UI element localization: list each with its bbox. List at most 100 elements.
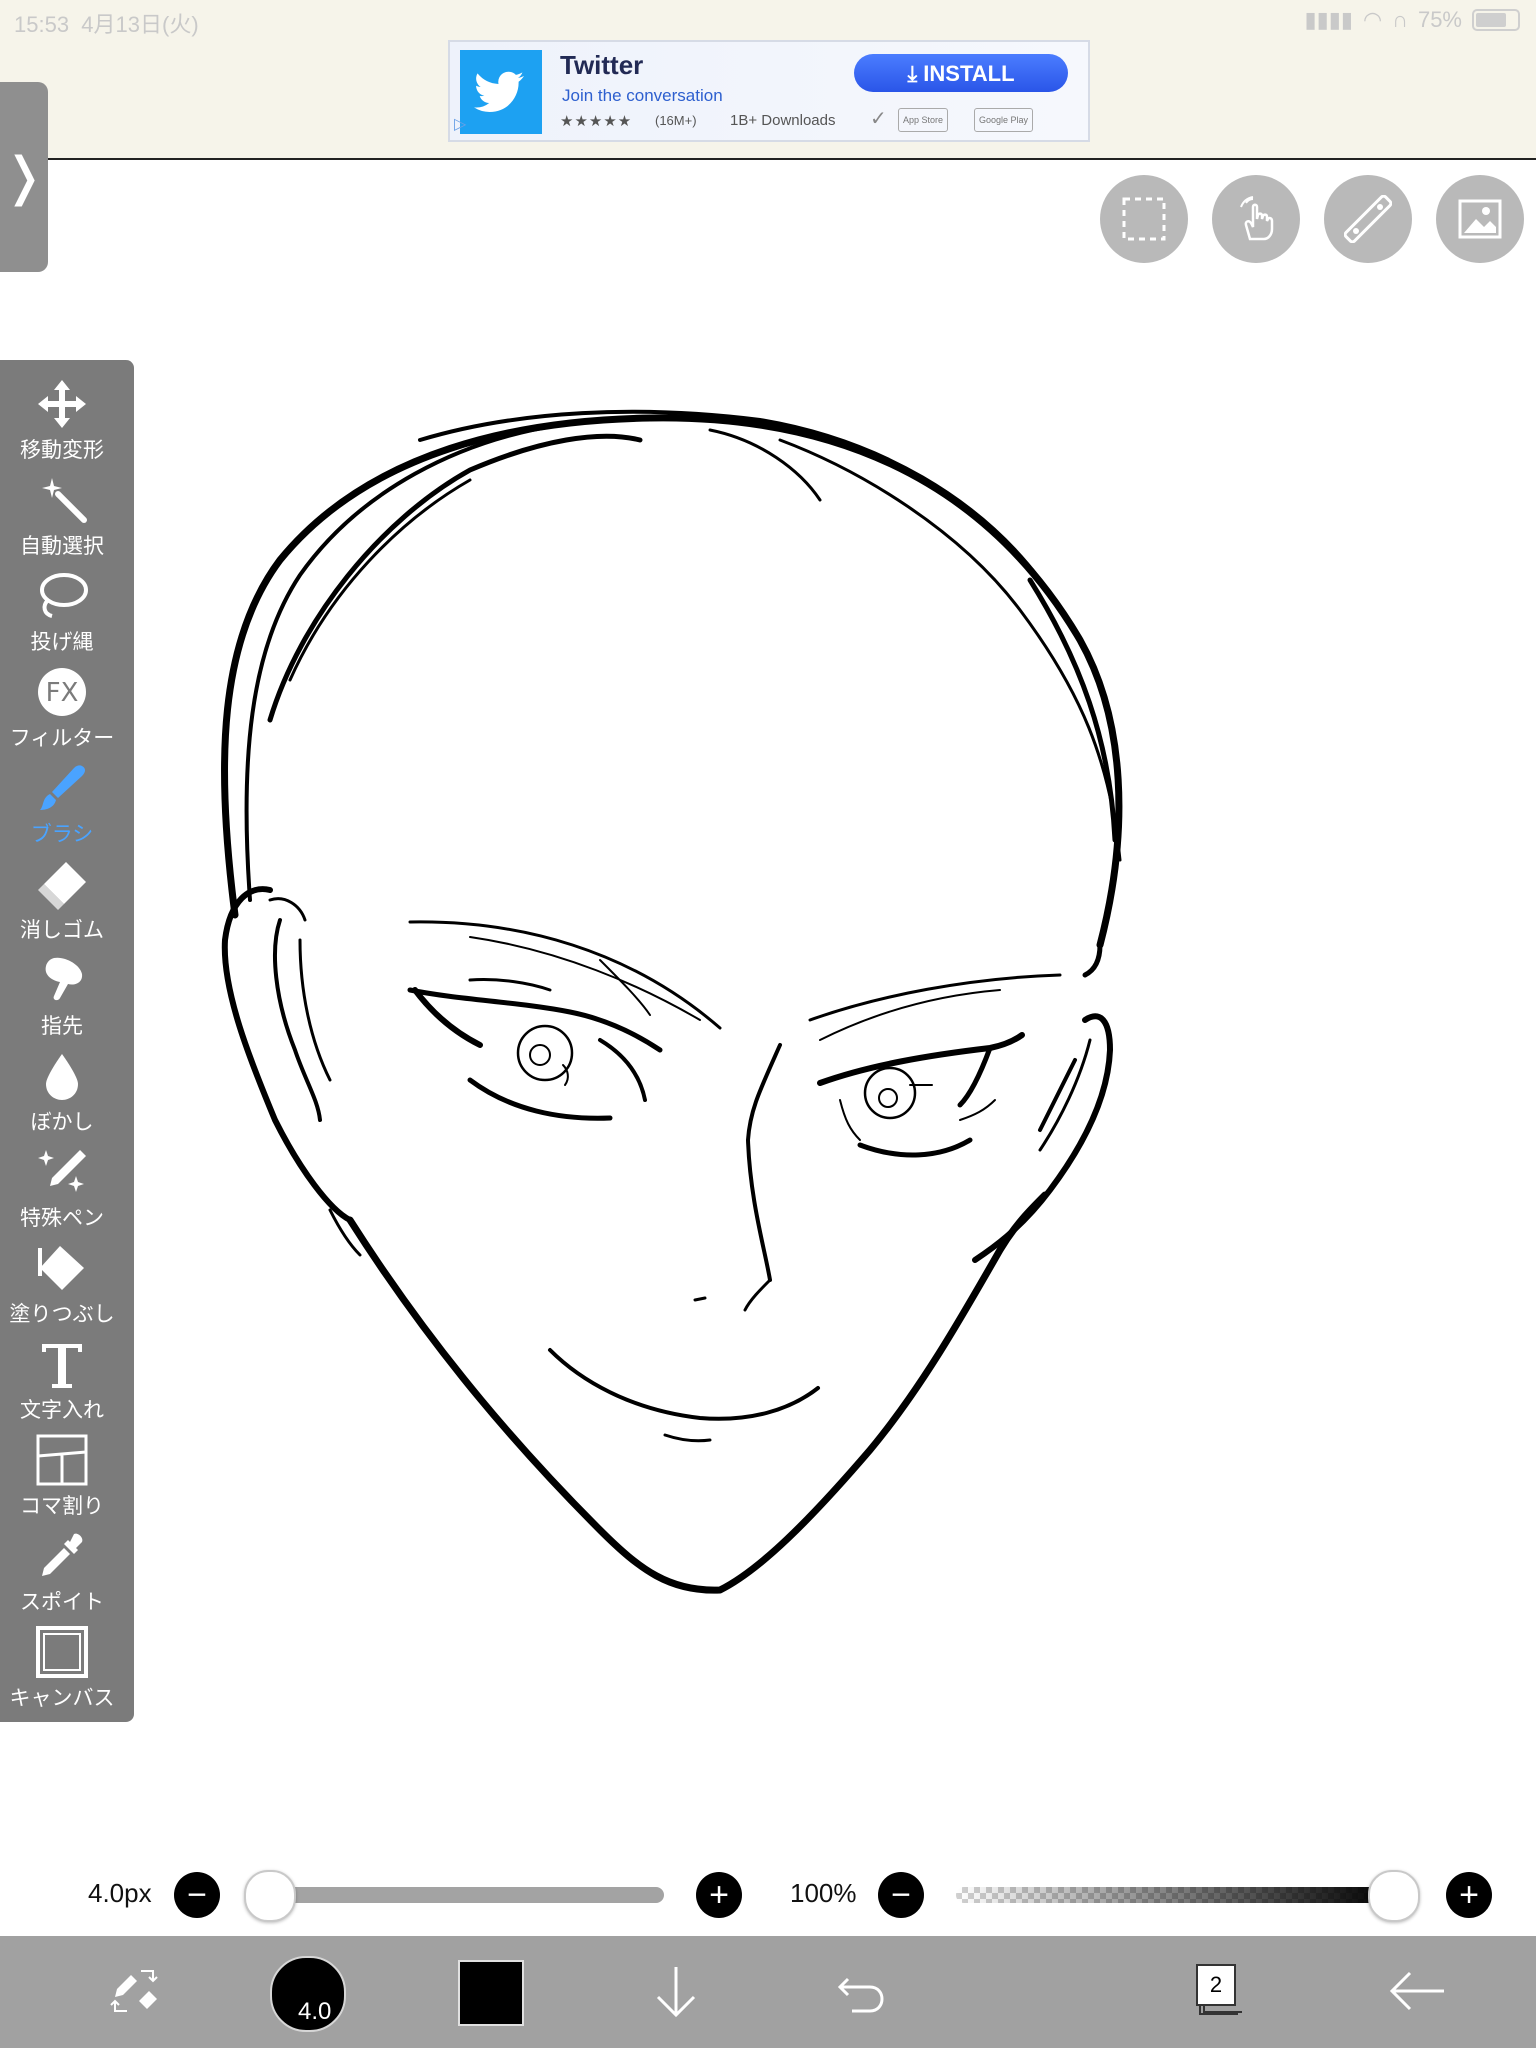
battery-icon	[1472, 9, 1520, 31]
brush-size-text: 4.0	[298, 1998, 332, 2025]
back-button[interactable]	[1372, 1936, 1462, 2048]
tool-auto-select[interactable]: 自動選択	[0, 472, 124, 564]
layers-button[interactable]: 2	[1186, 1936, 1266, 2048]
undo-arrow-icon	[837, 1977, 884, 2012]
current-color-swatch	[458, 1960, 524, 2026]
tool-label: 塗りつぶし	[9, 1303, 115, 1326]
sketch-artwork	[220, 409, 1123, 1594]
panel-layout-icon	[36, 1434, 88, 1486]
selection-rectangle-icon	[1122, 197, 1166, 241]
sparkle-pen-icon	[38, 1150, 86, 1192]
ad-rating-stars: ★★★★★	[560, 113, 633, 130]
smudge-finger-icon	[45, 957, 83, 1001]
opacity-increase-button[interactable]: +	[1446, 1872, 1492, 1918]
water-drop-icon	[46, 1054, 78, 1100]
brush-size-slider-thumb[interactable]	[244, 1870, 296, 1922]
tool-fill[interactable]: 塗りつぶし	[0, 1240, 124, 1332]
color-picker-button[interactable]	[450, 1936, 530, 2048]
tool-move-transform[interactable]: 移動変形	[0, 376, 124, 468]
eyedropper-icon	[42, 1533, 83, 1576]
opacity-value: 100%	[790, 1878, 857, 1908]
tool-filter[interactable]: FX フィルター	[0, 664, 124, 756]
tool-canvas[interactable]: キャンバス	[0, 1624, 124, 1716]
ad-downloads: 1B+ Downloads	[730, 112, 836, 129]
tool-special-pen[interactable]: 特殊ペン	[0, 1144, 124, 1236]
touch-hand-icon	[1240, 196, 1274, 241]
brush-icon	[40, 765, 85, 810]
opacity-slider[interactable]	[956, 1887, 1392, 1903]
canvas-square-icon	[36, 1626, 88, 1678]
svg-text:FX: FX	[46, 678, 79, 708]
brush-preview-circle: 4.0	[270, 1956, 346, 2032]
ad-subtitle: Join the conversation	[562, 86, 723, 105]
tool-label: 投げ縄	[30, 631, 94, 654]
status-time: 15:53 4月13日(火)	[14, 12, 199, 37]
battery-percent: 75%	[1417, 7, 1462, 32]
install-label: INSTALL	[923, 61, 1015, 86]
ruler-icon	[1344, 195, 1392, 243]
signal-icon: ▮▮▮▮	[1304, 7, 1353, 32]
wifi-icon: ◠	[1362, 7, 1383, 32]
tool-label: 自動選択	[20, 535, 104, 558]
brush-size-slider[interactable]	[268, 1887, 664, 1903]
tool-label: 文字入れ	[20, 1399, 104, 1422]
app-store-badge: App Store	[898, 108, 949, 132]
status-indicators: ▮▮▮▮ ◠ ∩ 75%	[1304, 7, 1520, 33]
paint-bucket-icon	[38, 1246, 84, 1290]
arrow-left-icon	[1389, 1971, 1444, 2010]
reference-image-button[interactable]	[1436, 175, 1524, 263]
ad-banner[interactable]: Twitter Join the conversation ★★★★★ (16M…	[448, 40, 1090, 142]
ad-bar: Twitter Join the conversation ★★★★★ (16M…	[0, 40, 1536, 160]
download-button[interactable]	[636, 1936, 716, 2048]
lasso-icon	[40, 573, 88, 618]
ruler-tool-button[interactable]	[1324, 175, 1412, 263]
selection-tool-button[interactable]	[1100, 175, 1188, 263]
ad-install-button[interactable]: ⤓ INSTALL	[854, 54, 1068, 92]
tool-label: 消しゴム	[20, 919, 104, 942]
tool-eyedropper[interactable]: スポイト	[0, 1528, 124, 1620]
side-panel-toggle-button[interactable]: ❭	[0, 82, 48, 272]
headphones-icon: ∩	[1392, 7, 1408, 32]
brush-sliders: 4.0px − + 100% − +	[0, 1860, 1536, 1930]
pen-eraser-swap-button[interactable]	[90, 1936, 180, 2048]
tool-label: 特殊ペン	[20, 1207, 104, 1230]
tool-brush[interactable]: ブラシ	[0, 760, 124, 852]
magic-wand-icon	[42, 478, 87, 523]
ad-title: Twitter	[560, 50, 644, 80]
brush-size-value: 4.0px	[88, 1878, 152, 1908]
pen-eraser-swap-icon	[110, 1969, 158, 2012]
fx-icon: FX	[38, 668, 86, 716]
eraser-icon	[38, 862, 86, 910]
tool-label: スポイト	[20, 1591, 104, 1614]
tool-lasso[interactable]: 投げ縄	[0, 568, 124, 660]
battery-fill	[1476, 13, 1506, 27]
brush-size-button[interactable]: 4.0	[262, 1936, 352, 2048]
tool-eraser[interactable]: 消しゴム	[0, 856, 124, 948]
status-bar: 15:53 4月13日(火) ▮▮▮▮ ◠ ∩ 75%	[0, 0, 1536, 40]
opacity-slider-thumb[interactable]	[1368, 1870, 1420, 1922]
opacity-decrease-button[interactable]: −	[878, 1872, 924, 1918]
tool-blur[interactable]: ぼかし	[0, 1048, 124, 1140]
tool-frame-divide[interactable]: コマ割り	[0, 1432, 124, 1524]
status-date: 4月13日(火)	[81, 12, 199, 37]
size-increase-button[interactable]: +	[696, 1872, 742, 1918]
text-t-icon	[42, 1344, 82, 1388]
tool-label: コマ割り	[20, 1495, 104, 1518]
drawing-canvas[interactable]	[0, 160, 1536, 1840]
move-arrows-icon	[38, 380, 86, 428]
tool-palette: 移動変形 自動選択 投げ縄 FX フィルター ブラシ 消しゴム 指先 ぼかし 特…	[0, 360, 134, 1722]
size-decrease-button[interactable]: −	[174, 1872, 220, 1918]
bottom-toolbar: 4.0 2	[0, 1936, 1536, 2048]
ad-choices-icon[interactable]: ▷	[454, 114, 466, 134]
layer-count: 2	[1196, 1964, 1236, 2006]
twitter-logo-icon	[460, 50, 542, 134]
undo-button[interactable]	[820, 1936, 900, 2048]
verified-shield-icon: ✓	[870, 108, 887, 130]
hand-tool-button[interactable]	[1212, 175, 1300, 263]
tool-label: ぼかし	[30, 1111, 94, 1134]
google-play-badge: Google Play	[974, 108, 1034, 132]
tool-finger[interactable]: 指先	[0, 952, 124, 1044]
tool-text[interactable]: 文字入れ	[0, 1336, 124, 1428]
tool-label: フィルター	[9, 727, 115, 750]
arrow-down-icon	[656, 1966, 696, 2017]
